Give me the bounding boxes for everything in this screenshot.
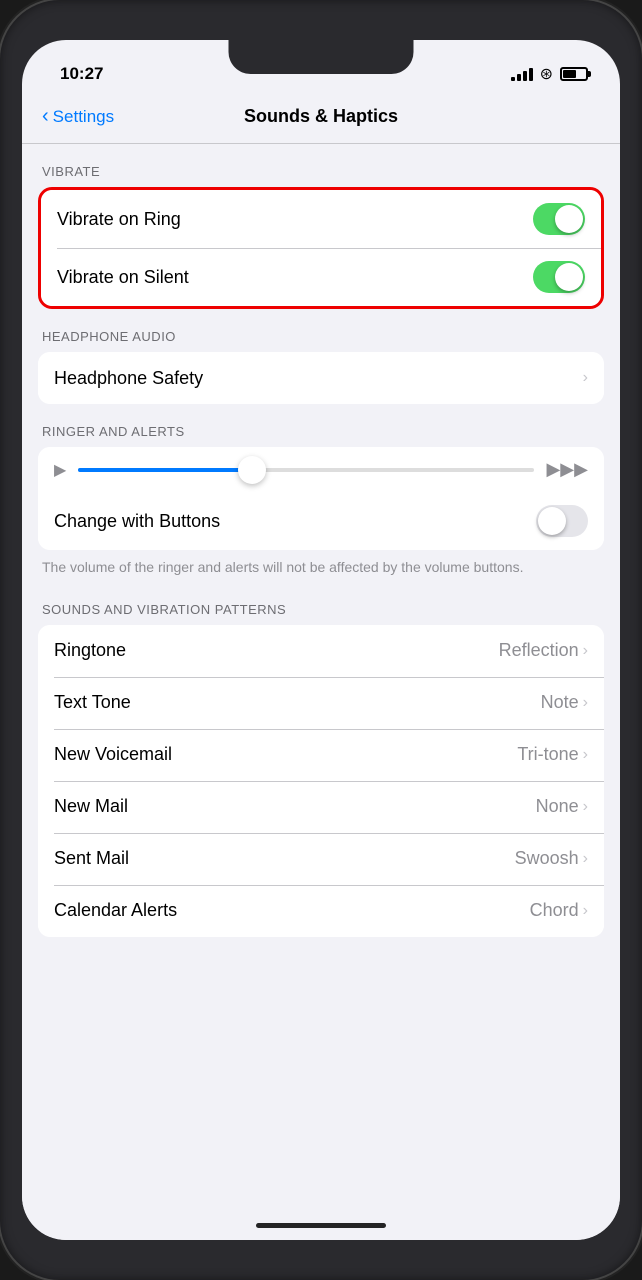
ringtone-label: Ringtone (54, 640, 126, 661)
page-title: Sounds & Haptics (142, 106, 500, 127)
chevron-right-icon: › (583, 642, 588, 660)
phone-frame: 10:27 ⊛ ‹ Settings Sounds & Haptics (0, 0, 642, 1280)
ringer-description: The volume of the ringer and alerts will… (22, 550, 620, 582)
battery-icon (560, 67, 588, 81)
chevron-right-icon: › (583, 850, 588, 868)
ringtone-row[interactable]: Ringtone Reflection › (38, 625, 604, 677)
volume-high-icon: ▶▶▶ (546, 459, 588, 480)
screen: 10:27 ⊛ ‹ Settings Sounds & Haptics (22, 40, 620, 1240)
volume-low-icon: ▶ (54, 460, 66, 480)
headphone-safety-label: Headphone Safety (54, 368, 203, 389)
ringtone-current: Reflection (499, 640, 579, 661)
change-with-buttons-toggle[interactable] (536, 505, 588, 537)
calendar-alerts-current: Chord (530, 900, 579, 921)
sent-mail-value: Swoosh › (515, 848, 588, 869)
ringtone-value: Reflection › (499, 640, 588, 661)
calendar-alerts-label: Calendar Alerts (54, 900, 177, 921)
vibrate-on-silent-toggle[interactable] (533, 261, 585, 293)
change-with-buttons-row: Change with Buttons (38, 492, 604, 550)
ringer-group: ▶ ▶▶▶ Change with Buttons (38, 447, 604, 550)
new-mail-row[interactable]: New Mail None › (38, 781, 604, 833)
chevron-right-icon: › (583, 369, 588, 387)
vibrate-on-ring-label: Vibrate on Ring (57, 209, 181, 230)
new-voicemail-row[interactable]: New Voicemail Tri-tone › (38, 729, 604, 781)
back-chevron-icon: ‹ (42, 105, 49, 128)
text-tone-label: Text Tone (54, 692, 131, 713)
status-icons: ⊛ (511, 64, 588, 84)
chevron-right-icon: › (583, 746, 588, 764)
text-tone-row[interactable]: Text Tone Note › (38, 677, 604, 729)
volume-slider-fill (78, 468, 251, 472)
volume-slider-track[interactable] (78, 468, 534, 472)
sent-mail-current: Swoosh (515, 848, 579, 869)
toggle-knob-2 (555, 263, 583, 291)
volume-slider-row: ▶ ▶▶▶ (38, 447, 604, 492)
signal-icon (511, 67, 533, 81)
headphone-group: Headphone Safety › (38, 352, 604, 404)
volume-slider-thumb[interactable] (238, 456, 266, 484)
vibrate-on-silent-row: Vibrate on Silent (41, 248, 601, 306)
back-label: Settings (53, 107, 114, 127)
vibrate-on-ring-toggle[interactable] (533, 203, 585, 235)
vibrate-group: Vibrate on Ring Vibrate on Silent (38, 187, 604, 309)
calendar-alerts-row[interactable]: Calendar Alerts Chord › (38, 885, 604, 937)
new-voicemail-value: Tri-tone › (517, 744, 588, 765)
wifi-icon: ⊛ (540, 64, 553, 84)
vibrate-on-silent-label: Vibrate on Silent (57, 267, 189, 288)
notch (229, 40, 414, 74)
new-voicemail-label: New Voicemail (54, 744, 172, 765)
sent-mail-label: Sent Mail (54, 848, 129, 869)
headphone-safety-value: › (583, 369, 588, 387)
status-time: 10:27 (60, 64, 103, 84)
headphone-safety-row[interactable]: Headphone Safety › (38, 352, 604, 404)
text-tone-current: Note (541, 692, 579, 713)
vibrate-section-header: VIBRATE (22, 144, 620, 187)
new-mail-current: None (536, 796, 579, 817)
toggle-knob (555, 205, 583, 233)
content-area: VIBRATE Vibrate on Ring Vibrate on Silen… (22, 144, 620, 1240)
vibrate-on-ring-row: Vibrate on Ring (41, 190, 601, 248)
sounds-section-header: SOUNDS AND VIBRATION PATTERNS (22, 582, 620, 625)
home-indicator (256, 1223, 386, 1228)
sent-mail-row[interactable]: Sent Mail Swoosh › (38, 833, 604, 885)
chevron-right-icon: › (583, 694, 588, 712)
headphone-section-header: HEADPHONE AUDIO (22, 309, 620, 352)
new-mail-value: None › (536, 796, 588, 817)
change-with-buttons-label: Change with Buttons (54, 511, 220, 532)
back-button[interactable]: ‹ Settings (42, 106, 142, 128)
new-voicemail-current: Tri-tone (517, 744, 578, 765)
sounds-group: Ringtone Reflection › Text Tone Note › N… (38, 625, 604, 937)
new-mail-label: New Mail (54, 796, 128, 817)
calendar-alerts-value: Chord › (530, 900, 588, 921)
nav-bar: ‹ Settings Sounds & Haptics (22, 90, 620, 144)
text-tone-value: Note › (541, 692, 588, 713)
ringer-section-header: RINGER AND ALERTS (22, 404, 620, 447)
chevron-right-icon: › (583, 902, 588, 920)
chevron-right-icon: › (583, 798, 588, 816)
toggle-knob-3 (538, 507, 566, 535)
